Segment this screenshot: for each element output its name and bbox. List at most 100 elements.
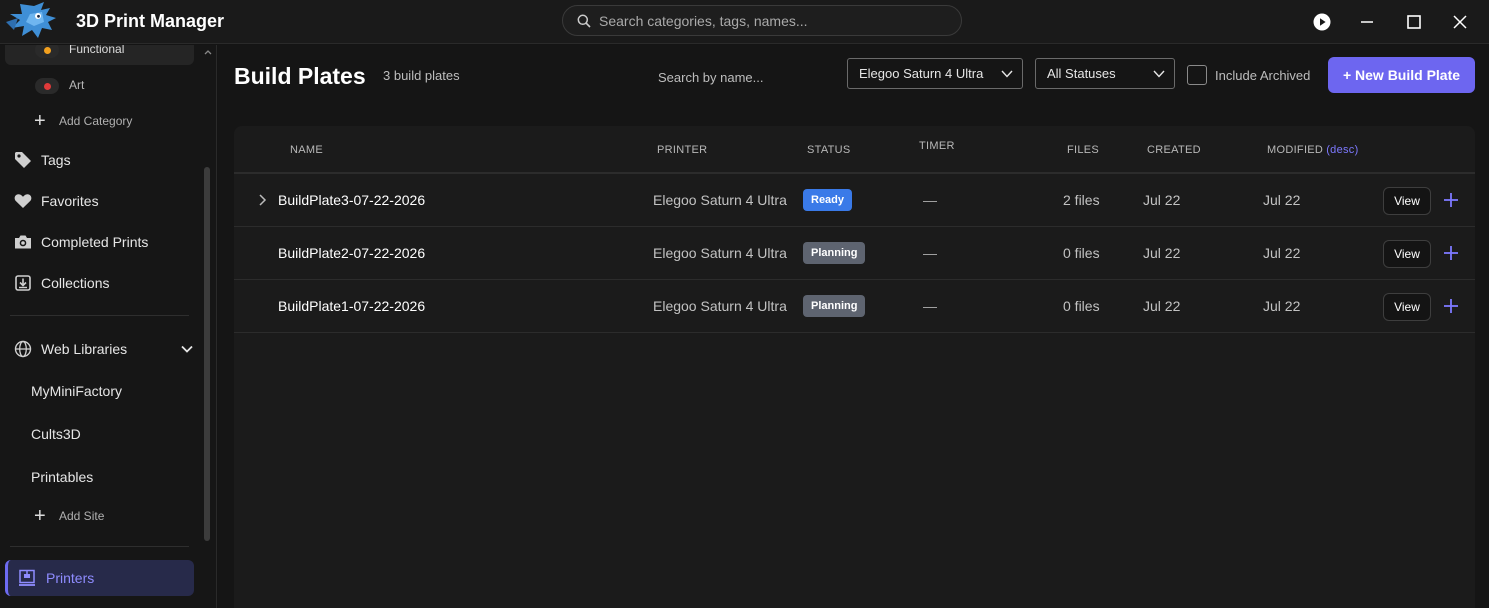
row-printer: Elegoo Saturn 4 Ultra [653,192,787,208]
chevron-down-icon[interactable] [180,342,194,359]
download-box-icon [12,274,34,292]
close-icon [1453,15,1467,29]
add-to-plate-button[interactable] [1441,190,1461,210]
sidebar-item-label: Tags [41,152,71,168]
view-button[interactable]: View [1383,187,1431,215]
tag-icon [12,151,34,169]
row-name: BuildPlate1-07-22-2026 [278,298,426,314]
sidebar: Functional Art + Add Category Tags Favor… [0,45,217,608]
heart-icon [12,192,34,210]
category-dot [43,82,51,90]
minimize-icon [1361,21,1373,23]
include-archived-label: Include Archived [1215,68,1311,83]
build-plate-count: 3 build plates [383,68,460,83]
sidebar-item-collections[interactable]: Collections [12,268,202,298]
column-header-modified[interactable]: MODIFIED (desc) [1267,144,1359,156]
view-button[interactable]: View [1383,293,1431,321]
plus-icon [1444,246,1458,260]
table-row[interactable]: BuildPlate1-07-22-2026 Elegoo Saturn 4 U… [234,280,1475,333]
search-icon [577,14,591,28]
status-badge: Planning [803,242,866,264]
page-title: Build Plates [234,63,366,89]
column-header-timer[interactable]: TIMER [919,140,955,152]
add-site-button[interactable]: + Add Site [34,504,184,528]
column-header-name[interactable]: NAME [290,144,323,156]
play-circle-icon [1313,13,1331,31]
sidebar-scrollbar[interactable] [204,167,210,541]
add-site-label: Add Site [59,509,105,523]
row-timer: — [923,298,937,314]
sidebar-item-label: Favorites [41,193,99,209]
camera-icon [12,233,34,251]
column-header-created[interactable]: CREATED [1147,144,1201,156]
global-search-input[interactable] [599,10,949,32]
row-timer: — [923,245,937,261]
sort-direction: (desc) [1326,144,1359,156]
table-row[interactable]: BuildPlate3-07-22-2026 Elegoo Saturn 4 U… [234,174,1475,227]
row-name: BuildPlate3-07-22-2026 [278,192,426,208]
table-header: NAME PRINTER STATUS TIMER FILES CREATED … [234,126,1475,174]
sidebar-item-web-libraries[interactable]: Web Libraries [12,334,194,364]
globe-icon [12,340,34,358]
row-printer: Elegoo Saturn 4 Ultra [653,298,787,314]
add-to-plate-button[interactable] [1441,243,1461,263]
minimize-button[interactable] [1353,8,1381,36]
close-button[interactable] [1446,8,1474,36]
maximize-icon [1407,15,1421,29]
column-header-modified-label: MODIFIED [1267,144,1324,156]
printer-icon [18,569,36,587]
sidebar-item-cults3d[interactable]: Cults3D [31,426,81,442]
column-header-status[interactable]: STATUS [807,144,851,156]
scroll-up-chevron-icon[interactable] [203,47,213,57]
add-category-button[interactable]: + Add Category [34,109,184,133]
sidebar-item-printables[interactable]: Printables [31,469,93,485]
plus-icon [1444,299,1458,313]
global-search[interactable] [562,5,962,36]
play-button[interactable] [1308,8,1336,36]
row-timer: — [923,192,937,208]
row-created: Jul 22 [1143,245,1181,261]
row-files: 0 files [1063,298,1100,314]
sidebar-divider [10,546,189,547]
printer-filter-value: Elegoo Saturn 4 Ultra [859,66,984,81]
category-item-art[interactable]: Art [5,71,194,101]
sidebar-item-label: Completed Prints [41,234,149,250]
maximize-button[interactable] [1400,8,1428,36]
category-dot [43,46,51,54]
chevron-right-icon[interactable] [256,193,268,207]
row-name: BuildPlate2-07-22-2026 [278,245,426,261]
row-created: Jul 22 [1143,192,1181,208]
sidebar-item-myminifactory[interactable]: MyMiniFactory [31,383,122,399]
plus-icon: + [34,505,46,527]
view-button[interactable]: View [1383,240,1431,268]
category-item-functional[interactable]: Functional [5,45,194,65]
name-search-input[interactable] [658,66,838,88]
table-row[interactable]: BuildPlate2-07-22-2026 Elegoo Saturn 4 U… [234,227,1475,280]
printer-filter-select[interactable]: Elegoo Saturn 4 Ultra [847,58,1023,89]
row-modified: Jul 22 [1263,245,1301,261]
row-files: 2 files [1063,192,1100,208]
category-color-dot [35,78,59,94]
add-to-plate-button[interactable] [1441,296,1461,316]
status-filter-select[interactable]: All Statuses [1035,58,1175,89]
status-badge: Ready [803,189,853,211]
include-archived-checkbox[interactable] [1187,65,1207,85]
sidebar-item-tags[interactable]: Tags [12,145,202,175]
new-build-plate-button[interactable]: + New Build Plate [1328,57,1475,93]
build-plates-table: NAME PRINTER STATUS TIMER FILES CREATED … [234,126,1475,608]
category-label: Art [69,78,85,92]
sidebar-item-printers[interactable]: Printers [5,560,194,596]
chevron-down-icon [1153,70,1165,78]
column-header-printer[interactable]: PRINTER [657,144,707,156]
column-header-files[interactable]: FILES [1067,144,1099,156]
row-created: Jul 22 [1143,298,1181,314]
sidebar-item-favorites[interactable]: Favorites [12,186,202,216]
plus-icon [1444,193,1458,207]
row-files: 0 files [1063,245,1100,261]
row-modified: Jul 22 [1263,192,1301,208]
add-category-label: Add Category [59,114,133,128]
category-color-dot [35,45,59,58]
title-bar: 3D Print Manager [0,0,1489,44]
sidebar-item-completed-prints[interactable]: Completed Prints [12,227,202,257]
status-badge: Planning [803,295,866,317]
